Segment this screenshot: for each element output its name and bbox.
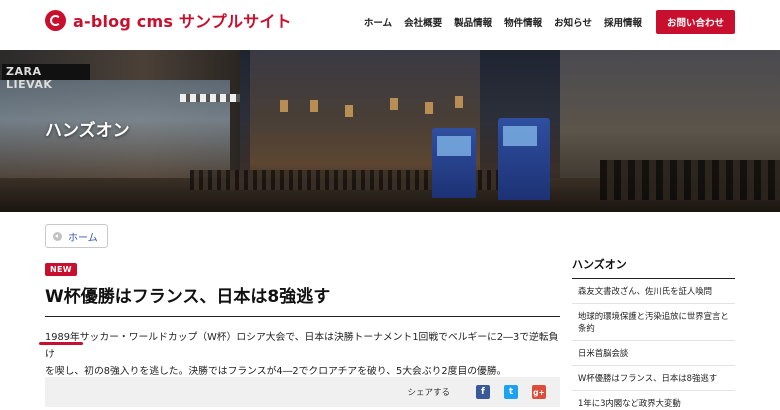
sidebar-item[interactable]: 地球的環境保護と汚染追放に世界宣言と条約 [572, 304, 735, 341]
main-nav: ホーム 会社概要 製品情報 物件情報 お知らせ 採用情報 お問い合わせ [352, 10, 735, 34]
hero-awning [180, 94, 240, 102]
new-badge: NEW [45, 263, 77, 276]
nav-item-products[interactable]: 製品情報 [454, 15, 492, 29]
hero-tram [432, 128, 476, 198]
twitter-icon[interactable]: t [504, 385, 518, 399]
hero-window [345, 105, 353, 117]
hero-banner: ZARA LIEVAK ハンズオン [0, 50, 780, 212]
site-logo[interactable]: a-blog cms サンプルサイト [45, 8, 292, 32]
sidebar: ハンズオン 森友文書改ざん、佐川氏を証人喚問 地球的環境保護と汚染追放に世界宣言… [572, 256, 735, 410]
share-label: シェアする [407, 388, 450, 398]
nav-item-recruit[interactable]: 採用情報 [604, 15, 642, 29]
sidebar-list: 森友文書改ざん、佐川氏を証人喚問 地球的環境保護と汚染追放に世界宣言と条約 日米… [572, 279, 735, 410]
contact-button[interactable]: お問い合わせ [655, 10, 735, 34]
article-title: W杯優勝はフランス、日本は8強逃す [45, 282, 560, 317]
chevron-left-icon [53, 231, 62, 241]
sidebar-item[interactable]: 1年に3内閣など政界大変動 [572, 391, 735, 410]
hero-window [425, 102, 433, 114]
sidebar-title: ハンズオン [572, 256, 735, 279]
article-body-line: 1989年サッカー・ワールドカップ（W杯）ロシア大会で、日本は決勝トーナメント1… [45, 332, 559, 360]
logo-text: a-blog cms サンプルサイト [73, 12, 292, 31]
nav-item-news[interactable]: お知らせ [554, 15, 592, 29]
sidebar-item[interactable]: W杯優勝はフランス、日本は8強逃す [572, 366, 735, 391]
sidebar-item[interactable]: 日米首脳会談 [572, 341, 735, 366]
hero-crowd-right [600, 160, 780, 200]
breadcrumb[interactable]: ホーム [45, 224, 108, 248]
article-body: 1989年サッカー・ワールドカップ（W杯）ロシア大会で、日本は決勝トーナメント1… [39, 329, 565, 380]
share-bar: シェアする f t g+ [45, 377, 560, 407]
site-header: a-blog cms サンプルサイト ホーム 会社概要 製品情報 物件情報 お知… [0, 0, 780, 50]
facebook-icon[interactable]: f [476, 385, 490, 399]
google-plus-icon[interactable]: g+ [532, 385, 546, 399]
breadcrumb-home-link[interactable]: ホーム [68, 229, 98, 244]
hero-window [390, 98, 398, 110]
logo-icon [45, 9, 66, 31]
nav-item-home[interactable]: ホーム [364, 15, 392, 29]
page-title: ハンズオン [45, 121, 130, 141]
hero-window [310, 100, 318, 112]
sidebar-item[interactable]: 森友文書改ざん、佐川氏を証人喚問 [572, 279, 735, 304]
nav-item-company[interactable]: 会社概要 [404, 15, 442, 29]
nav-item-properties[interactable]: 物件情報 [504, 15, 542, 29]
hero-shop-sign: ZARA LIEVAK [2, 64, 90, 91]
highlight-underline [39, 342, 83, 345]
hero-window [455, 96, 463, 108]
hero-tram [498, 118, 550, 200]
hero-window [280, 100, 288, 112]
